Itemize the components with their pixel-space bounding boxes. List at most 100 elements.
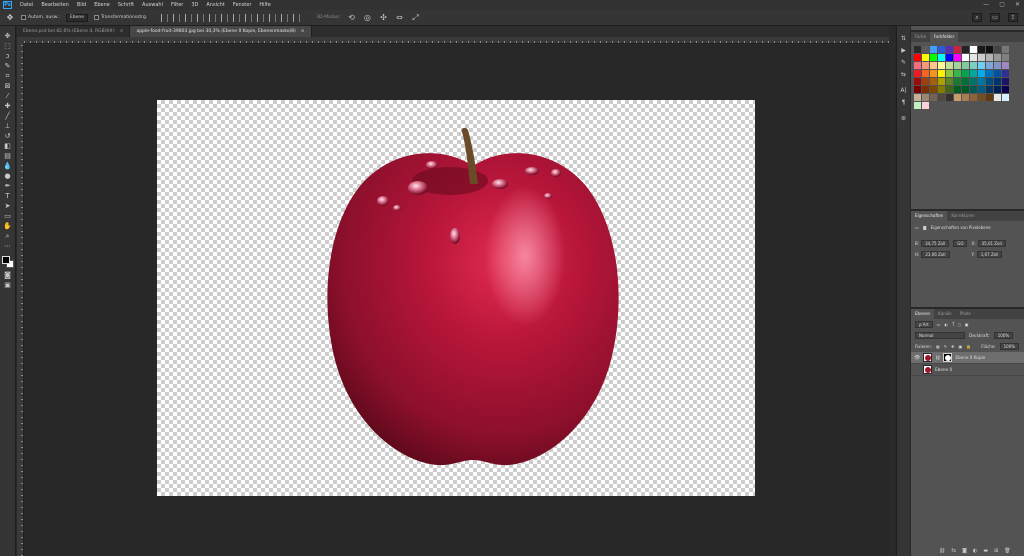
color-swatch[interactable] [986,62,993,69]
color-swatch[interactable] [954,78,961,85]
shape-tool-icon[interactable]: ▭ [3,212,13,221]
color-swatch[interactable] [914,102,921,109]
menu-3d[interactable]: 3D [187,0,202,10]
close-icon[interactable]: × [301,29,305,34]
color-swatch[interactable] [1002,86,1009,93]
color-swatch[interactable] [914,86,921,93]
brush-tool-icon[interactable]: ╱ [3,112,13,121]
distribute-left-icon[interactable] [269,13,277,22]
mask-icon[interactable]: ◙ [962,548,967,554]
blur-tool-icon[interactable]: 💧 [3,162,13,171]
align-top-icon[interactable] [161,13,169,22]
color-swatch[interactable] [922,78,929,85]
brush-settings-icon[interactable]: ✎ [899,58,909,68]
color-swatch[interactable] [994,70,1001,77]
character-icon[interactable]: A| [899,86,909,96]
tab-ebene-psd[interactable]: Ebene.psd bei 82,6% (Ebene 4, RGB/8#) × [17,26,131,37]
tab-apple-jpg[interactable]: apple-food-fruit-39803.jpg bei 30,3% (Eb… [130,26,312,37]
eyedropper-tool-icon[interactable]: ⁄ [3,92,13,101]
layer-mask-thumbnail[interactable] [943,353,953,362]
color-swatch[interactable] [978,78,985,85]
marquee-tool-icon[interactable]: ⬚ [3,42,13,51]
type-tool-icon[interactable]: T [3,192,13,201]
move-tool-icon[interactable]: ✥ [5,13,15,23]
zoom-tool-icon[interactable]: ⌕ [3,232,13,241]
menu-schrift[interactable]: Schrift [114,0,138,10]
tab-korrekturen[interactable]: Korrekturen [947,211,978,221]
align-right-icon[interactable] [221,13,229,22]
folder-icon[interactable]: ▬ [983,548,988,554]
color-swatch[interactable] [946,70,953,77]
distribute-right-icon[interactable] [293,13,301,22]
document-canvas[interactable] [157,100,755,496]
pan-3d-icon[interactable]: ✣ [378,13,388,23]
align-left-icon[interactable] [197,13,205,22]
opacity-input[interactable]: 100% [993,332,1014,339]
minimize-button[interactable]: — [983,1,989,8]
color-swatch[interactable] [930,70,937,77]
color-swatch[interactable] [978,86,985,93]
y-input[interactable]: 1,67 Zoll [976,251,1003,258]
filter-type-icon[interactable]: T [952,322,954,327]
distribute-hcenter-icon[interactable] [281,13,289,22]
color-swatch[interactable] [962,78,969,85]
color-swatch[interactable] [986,46,993,53]
color-swatch[interactable] [994,62,1001,69]
color-swatch[interactable] [1002,62,1009,69]
color-swatch[interactable] [970,46,977,53]
lock-all-icon[interactable]: 🔒 [966,344,971,349]
color-swatch[interactable] [922,86,929,93]
color-swatch[interactable] [954,46,961,53]
dodge-tool-icon[interactable]: ● [3,172,13,181]
color-swatch[interactable] [994,78,1001,85]
autoselect-checkbox[interactable]: Autom. ausw.: [21,15,60,20]
color-swatch[interactable] [978,62,985,69]
color-swatch[interactable] [970,78,977,85]
lock-pixels-icon[interactable]: ▦ [936,344,940,349]
adjust-icon[interactable]: ⇆ [899,70,909,80]
color-swatch[interactable] [922,54,929,61]
color-swatch[interactable] [962,54,969,61]
align-hcenter-icon[interactable] [209,13,217,22]
trash-icon[interactable]: 🗑 [1004,548,1010,554]
color-swatch[interactable] [962,46,969,53]
color-swatch[interactable] [1002,78,1009,85]
vertical-ruler[interactable] [17,44,24,556]
tab-farbe[interactable]: Farbe [911,32,930,42]
color-swatch[interactable] [986,70,993,77]
lock-position-icon[interactable]: ✥ [951,344,954,349]
foreground-color[interactable] [1,256,10,264]
color-swatch[interactable] [938,54,945,61]
transform-checkbox[interactable]: Transformationsstrg. [93,15,147,20]
color-swatch[interactable] [962,62,969,69]
color-swatch[interactable] [970,86,977,93]
quick-select-tool-icon[interactable]: ✎ [3,62,13,71]
menu-hilfe[interactable]: Hilfe [255,0,274,10]
color-swatch[interactable] [930,62,937,69]
history-brush-tool-icon[interactable]: ↺ [3,132,13,141]
color-swatch[interactable] [922,46,929,53]
eraser-tool-icon[interactable]: ◧ [3,142,13,151]
color-swatch[interactable] [994,94,1001,101]
canvas-workarea[interactable] [24,44,889,556]
color-swatch[interactable] [954,86,961,93]
color-swatch[interactable] [938,78,945,85]
tab-pfade[interactable]: Pfade [956,309,975,319]
color-swatch[interactable] [1002,70,1009,77]
libraries-icon[interactable]: ⊛ [899,114,909,124]
color-swatch[interactable] [962,70,969,77]
color-swatch[interactable] [978,70,985,77]
color-swatch[interactable] [914,46,921,53]
link-icon[interactable]: GO [953,240,968,247]
color-swatch[interactable] [914,62,921,69]
menu-auswahl[interactable]: Auswahl [138,0,167,10]
color-swatch[interactable] [946,62,953,69]
move-tool-icon[interactable]: ✥ [3,32,13,41]
search-icon[interactable]: ⌕ [972,13,982,22]
history-icon[interactable]: ⇅ [899,34,909,44]
frame-tool-icon[interactable]: ⊠ [3,82,13,91]
more-tools-icon[interactable]: ⋯ [3,242,13,251]
color-swatch[interactable] [914,94,921,101]
chain-icon[interactable]: ⛓ [935,355,940,361]
tab-eigenschaften[interactable]: Eigenschaften [911,211,948,221]
